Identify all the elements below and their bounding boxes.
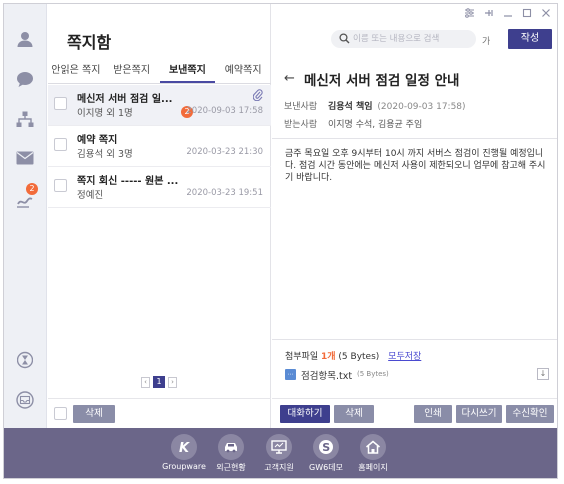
list-footer: 삭제	[48, 398, 271, 428]
print-button[interactable]: 인쇄	[414, 405, 452, 423]
prev-page-button[interactable]: ‹	[141, 376, 150, 388]
file-name[interactable]: 점검항목.txt	[301, 368, 352, 382]
recipient-row: 받는사람 이지명 수석, 김용균 주임	[284, 117, 422, 130]
messenger-window: 2 쪽지함 안읽은 쪽지 받은쪽지 보낸쪽지 예약쪽지 메신저 서버 점검 일.…	[3, 3, 558, 479]
bottom-dock: K Groupware 외근현황 고객지원 S GW6데모 홈페이지	[4, 428, 557, 478]
page-title: 쪽지함	[67, 33, 112, 52]
monitor-icon	[266, 434, 292, 460]
tab-unread[interactable]: 안읽은 쪽지	[48, 60, 104, 83]
chat-reply-button[interactable]: 대화하기	[280, 405, 330, 423]
sender-row: 보낸사람 김용석 책임 (2020-09-03 17:58)	[284, 99, 466, 112]
chat-icon[interactable]	[14, 68, 36, 90]
file-size: (5 Bytes)	[357, 370, 389, 378]
message-recipients: 김용석 외 3명	[77, 149, 133, 160]
recipient-names: 이지명 수석, 김용균 주임	[328, 120, 423, 130]
message-list: 메신저 서버 점검 일... 이지명 외 1명 2 2020-09-03 17:…	[48, 85, 271, 208]
search-box	[331, 30, 476, 48]
org-chart-icon[interactable]	[14, 108, 36, 130]
search-option-toggle[interactable]: 가	[482, 34, 490, 47]
message-title: 메신저 서버 점검 일...	[77, 94, 173, 105]
folder-tabs: 안읽은 쪽지 받은쪽지 보낸쪽지 예약쪽지	[48, 60, 271, 84]
sender-label: 보낸사람	[284, 102, 318, 112]
k-logo-icon: K	[171, 434, 197, 460]
dock-homepage[interactable]: 홈페이지	[343, 434, 403, 473]
sender-name: 김용석 책임	[328, 102, 373, 112]
hourglass-icon[interactable]	[14, 349, 36, 371]
list-item[interactable]: 메신저 서버 점검 일... 이지명 외 1명 2 2020-09-03 17:…	[48, 85, 271, 126]
tab-scheduled[interactable]: 예약쪽지	[215, 60, 271, 83]
recipient-label: 받는사람	[284, 120, 318, 130]
reader-footer: 대화하기 삭제 인쇄 다시쓰기 수신확인	[272, 398, 557, 428]
list-item[interactable]: 예약 쪽지 김용석 외 3명 2020-03-23 21:30	[48, 126, 271, 167]
s-logo-icon: S	[313, 434, 339, 460]
current-page[interactable]: 1	[153, 376, 165, 388]
search-input[interactable]	[353, 32, 471, 46]
attachment-header: 첨부파일 1개 (5 Bytes) 모두저장	[285, 349, 421, 362]
mail-icon[interactable]	[14, 147, 36, 169]
attachment-file[interactable]: ⋯ 점검항목.txt (5 Bytes) ↓	[285, 368, 553, 382]
select-all-checkbox[interactable]	[54, 407, 67, 420]
car-icon	[218, 434, 244, 460]
save-all-link[interactable]: 모두저장	[388, 352, 421, 362]
attachment-count: 1개	[321, 352, 336, 362]
download-icon[interactable]: ↓	[537, 368, 549, 380]
message-recipients: 이지명 외 1명	[77, 108, 133, 119]
message-date: 2020-09-03 17:58	[186, 106, 263, 116]
message-body: 금주 목요일 오후 9시부터 10시 까지 서버스 점검이 진행될 예정입니다.…	[285, 149, 546, 183]
attachment-total-size: (5 Bytes)	[338, 352, 380, 362]
delete-button[interactable]: 삭제	[334, 405, 374, 423]
header-divider	[272, 138, 557, 139]
delete-selected-button[interactable]: 삭제	[73, 405, 115, 423]
next-page-button[interactable]: ›	[168, 376, 177, 388]
tab-received[interactable]: 받은쪽지	[104, 60, 160, 83]
svg-text:S: S	[322, 441, 330, 454]
tab-sent[interactable]: 보낸쪽지	[159, 60, 216, 83]
profile-icon[interactable]	[14, 28, 36, 50]
message-date: 2020-03-23 21:30	[186, 147, 263, 157]
select-checkbox[interactable]	[54, 179, 67, 192]
note-icon[interactable]: 2	[14, 183, 38, 211]
notification-badge: 2	[26, 183, 38, 195]
message-title: 쪽지 회신 ----- 원본 ...	[77, 176, 179, 187]
inbox-icon[interactable]	[14, 389, 36, 411]
body-divider	[272, 339, 557, 340]
dock-label: 홈페이지	[358, 463, 388, 472]
message-recipients: 정예진	[77, 190, 104, 201]
read-receipt-button[interactable]: 수신확인	[506, 405, 554, 423]
message-reader: 가 작성 ← 메신저 서버 점검 일정 안내 보낸사람 김용석 책임 (2020…	[272, 4, 557, 428]
message-list-panel: 쪽지함 안읽은 쪽지 받은쪽지 보낸쪽지 예약쪽지 메신저 서버 점검 일...…	[48, 4, 271, 428]
message-title: 예약 쪽지	[77, 135, 118, 146]
svg-text:K: K	[179, 441, 190, 454]
compose-button[interactable]: 작성	[508, 29, 552, 49]
search-icon	[339, 33, 350, 47]
pagination: ‹ 1 ›	[141, 376, 177, 388]
icon-rail: 2	[4, 4, 47, 428]
sent-timestamp: (2020-09-03 17:58)	[377, 102, 466, 112]
rewrite-button[interactable]: 다시쓰기	[456, 405, 502, 423]
back-arrow-icon[interactable]: ←	[284, 71, 295, 86]
select-checkbox[interactable]	[54, 97, 67, 110]
list-item[interactable]: 쪽지 회신 ----- 원본 ... 정예진 2020-03-23 19:51	[48, 167, 271, 208]
home-icon	[360, 434, 386, 460]
select-checkbox[interactable]	[54, 138, 67, 151]
message-date: 2020-03-23 19:51	[186, 188, 263, 198]
attachment-clip-icon	[252, 89, 263, 104]
message-subject: 메신저 서버 점검 일정 안내	[304, 73, 460, 89]
text-file-icon: ⋯	[285, 369, 296, 380]
attachment-label: 첨부파일	[285, 352, 319, 362]
